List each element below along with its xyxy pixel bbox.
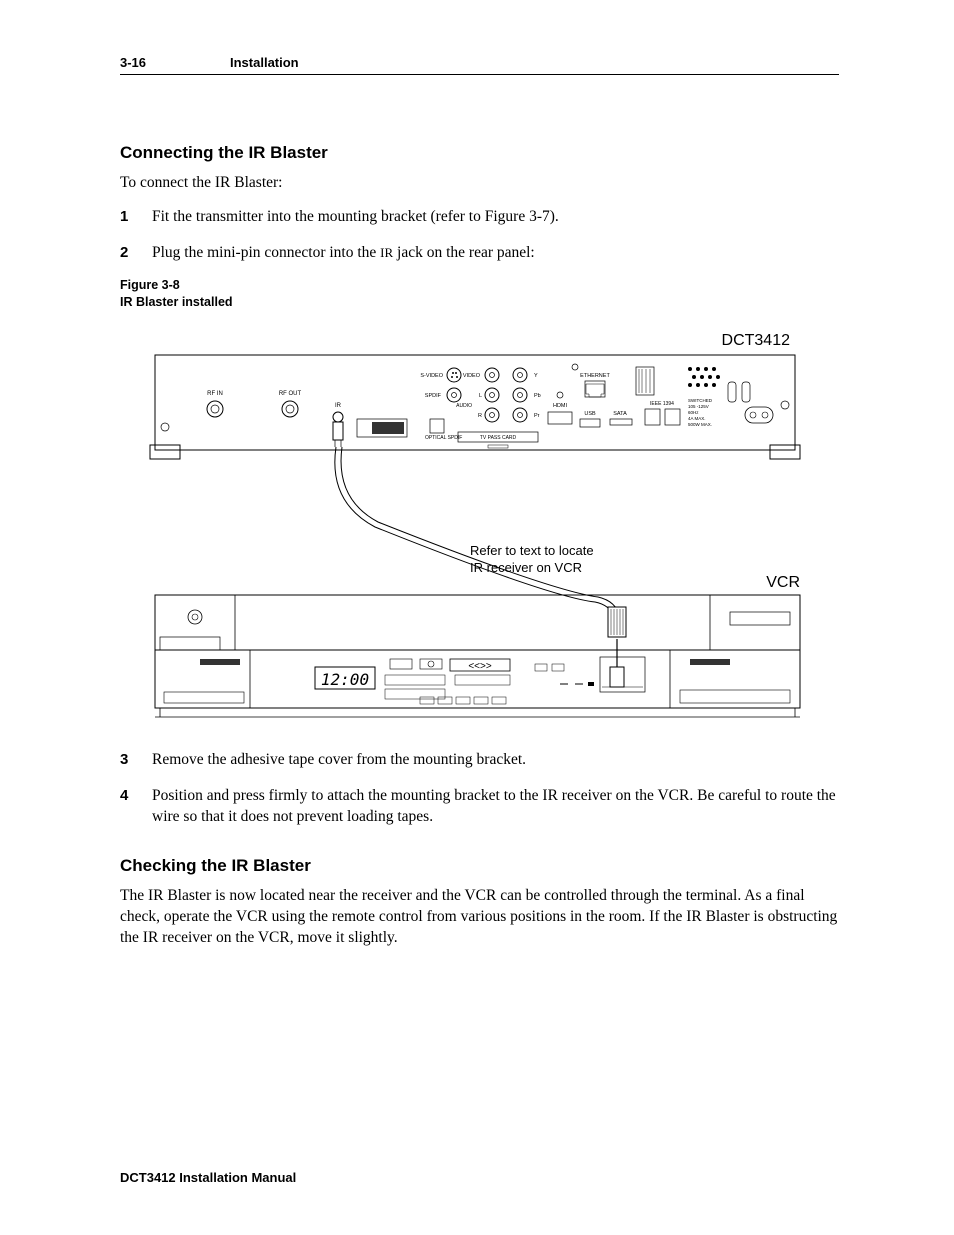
spdif-label: SPDIF [425, 393, 442, 399]
heading-checking: Checking the IR Blaster [120, 856, 839, 876]
step-number: 1 [120, 206, 152, 228]
ethernet-label: ETHERNET [580, 373, 610, 379]
step-3: 3 Remove the adhesive tape cover from th… [120, 749, 839, 771]
l-label: L [479, 393, 482, 399]
step-text: Position and press firmly to attach the … [152, 785, 839, 828]
figure-title: IR Blaster installed [120, 295, 233, 309]
step-text: Plug the mini-pin connector into the IR … [152, 242, 535, 264]
step-number: 2 [120, 242, 152, 264]
ir-label: IR [335, 403, 342, 409]
step-4: 4 Position and press firmly to attach th… [120, 785, 839, 828]
page-number: 3-16 [120, 55, 230, 70]
svideo-label: S-VIDEO [420, 373, 443, 379]
svg-text:<<>>: <<>> [468, 661, 492, 672]
step-2: 2 Plug the mini-pin connector into the I… [120, 242, 839, 264]
footer-text: DCT3412 Installation Manual [120, 1170, 296, 1185]
figure-caption: Figure 3-8 IR Blaster installed [120, 277, 839, 311]
vcr-label: VCR [766, 574, 800, 591]
step-2-before: Plug the mini-pin connector into the [152, 244, 380, 261]
pb-label: Pb [534, 393, 541, 399]
device-label: DCT3412 [722, 332, 791, 349]
ir-cable [333, 422, 620, 637]
rf-in-label: RF IN [207, 391, 223, 397]
pr-label: Pr [534, 413, 540, 419]
dct-unit: RF IN RF OUT IR S-VIDEO VIDEO [150, 355, 800, 459]
r-label: R [478, 413, 482, 419]
step-number: 3 [120, 749, 152, 771]
figure-number: Figure 3-8 [120, 278, 180, 292]
vcr-time: 12:00 [321, 670, 369, 689]
video-label: VIDEO [463, 373, 481, 379]
sata-label: SATA [613, 411, 627, 417]
vcr-unit: 12:00 <<>> [155, 595, 800, 708]
step-1: 1 Fit the transmitter into the mounting … [120, 206, 839, 228]
annotation-line2: IR receiver on VCR [470, 560, 582, 575]
optical-label: OPTICAL SPDIF [425, 435, 462, 441]
ieee-label: IEEE 1394 [650, 401, 674, 407]
steps-list-2: 3 Remove the adhesive tape cover from th… [120, 749, 839, 828]
steps-list-1: 1 Fit the transmitter into the mounting … [120, 206, 839, 263]
section-label: Installation [230, 55, 299, 70]
intro-text: To connect the IR Blaster: [120, 173, 839, 194]
figure-ir-blaster: DCT3412 RF IN RF OUT IR [120, 327, 839, 727]
rf-out-label: RF OUT [279, 391, 302, 397]
step-text: Fit the transmitter into the mounting br… [152, 206, 559, 228]
step-text: Remove the adhesive tape cover from the … [152, 749, 526, 771]
vent-holes [688, 367, 720, 387]
page-header: 3-16 Installation [120, 55, 839, 75]
tvpass-label: TV PASS CARD [480, 435, 517, 441]
hdmi-label: HDMI [553, 403, 568, 409]
step-2-sc: IR [380, 245, 393, 260]
step-2-after: jack on the rear panel: [393, 244, 535, 261]
step-number: 4 [120, 785, 152, 828]
audio-label: AUDIO [456, 403, 472, 409]
y-label: Y [534, 373, 538, 379]
usb-label: USB [584, 411, 596, 417]
power-label: SWITCHED 105 -125V 60Hz 4A MAX. 500W MAX… [688, 398, 713, 427]
heading-connecting: Connecting the IR Blaster [120, 143, 839, 163]
checking-body: The IR Blaster is now located near the r… [120, 886, 839, 949]
annotation-line1: Refer to text to locate [470, 543, 594, 558]
